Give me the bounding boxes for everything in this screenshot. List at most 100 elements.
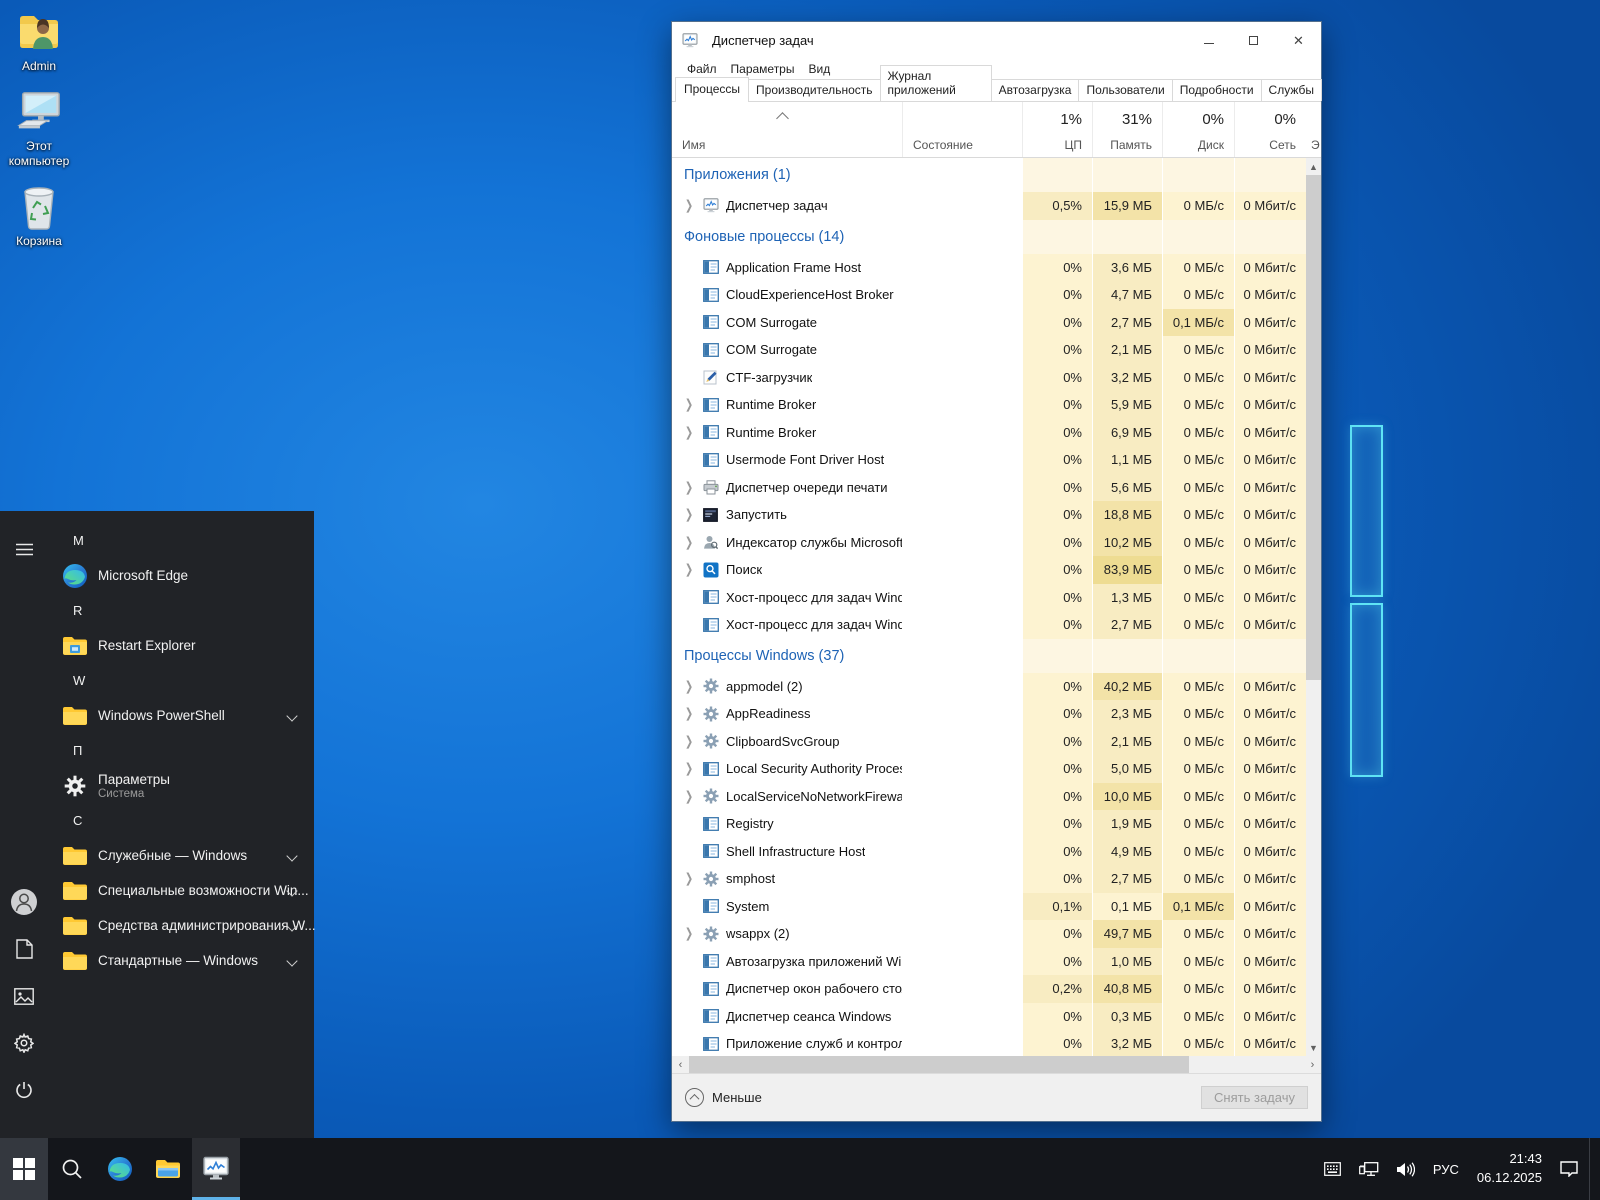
- process-row[interactable]: System0,1%0,1 МБ0,1 МБ/с0 Мбит/с: [672, 893, 1306, 921]
- desktop-icon-корзина[interactable]: Корзина: [0, 183, 78, 249]
- column-header-name[interactable]: Имя: [672, 102, 902, 157]
- expander-chevron-icon[interactable]: ❯: [685, 534, 701, 550]
- process-row[interactable]: ❯Запустить0%18,8 МБ0 МБ/с0 Мбит/с: [672, 501, 1306, 529]
- start-letter-header-C[interactable]: C: [48, 803, 316, 838]
- process-row[interactable]: Usermode Font Driver Host0%1,1 МБ0 МБ/с0…: [672, 446, 1306, 474]
- process-row[interactable]: ❯Диспетчер задач0,5%15,9 МБ0 МБ/с0 Мбит/…: [672, 192, 1306, 220]
- scroll-up-arrow[interactable]: ▲: [1306, 158, 1321, 175]
- minimize-button[interactable]: [1186, 22, 1231, 58]
- expander-chevron-icon[interactable]: ❯: [685, 871, 701, 887]
- expander-chevron-icon[interactable]: ❯: [685, 479, 701, 495]
- process-row[interactable]: ❯appmodel (2)0%40,2 МБ0 МБ/с0 Мбит/с: [672, 673, 1306, 701]
- hamburger-menu-button[interactable]: [0, 525, 48, 573]
- tab-пользователи[interactable]: Пользователи: [1078, 79, 1172, 101]
- process-row[interactable]: ❯Диспетчер очереди печати0%5,6 МБ0 МБ/с0…: [672, 474, 1306, 502]
- expander-chevron-icon[interactable]: ❯: [685, 562, 701, 578]
- process-row[interactable]: Application Frame Host0%3,6 МБ0 МБ/с0 Мб…: [672, 254, 1306, 282]
- column-header-cpu[interactable]: 1% ЦП: [1022, 102, 1092, 157]
- process-row[interactable]: Хост-процесс для задач Windo...0%2,7 МБ0…: [672, 611, 1306, 639]
- scroll-down-arrow[interactable]: ▼: [1306, 1039, 1321, 1056]
- tab-журнал приложений[interactable]: Журнал приложений: [880, 65, 992, 101]
- desktop-icon-admin[interactable]: Admin: [0, 8, 78, 74]
- column-header-network[interactable]: 0% Сеть: [1234, 102, 1306, 157]
- clock[interactable]: 21:43 06.12.2025: [1470, 1138, 1549, 1200]
- process-row[interactable]: ❯LocalServiceNoNetworkFirewall ...0%10,0…: [672, 783, 1306, 811]
- process-row[interactable]: Shell Infrastructure Host0%4,9 МБ0 МБ/с0…: [672, 838, 1306, 866]
- expander-chevron-icon[interactable]: ❯: [685, 678, 701, 694]
- scroll-left-arrow[interactable]: ‹: [672, 1056, 689, 1073]
- scroll-right-arrow[interactable]: ›: [1304, 1056, 1321, 1073]
- start-letter-header-M[interactable]: M: [48, 523, 316, 558]
- process-row[interactable]: ❯Runtime Broker0%6,9 МБ0 МБ/с0 Мбит/с: [672, 419, 1306, 447]
- process-row[interactable]: ❯Индексатор службы Microsoft ...0%10,2 М…: [672, 529, 1306, 557]
- start-item-microsoft-edge[interactable]: Microsoft Edge: [48, 558, 316, 593]
- tab-службы[interactable]: Службы: [1261, 79, 1322, 101]
- process-row[interactable]: ❯Local Security Authority Process...0%5,…: [672, 755, 1306, 783]
- titlebar[interactable]: Диспетчер задач ✕: [672, 22, 1321, 58]
- tab-подробности[interactable]: Подробности: [1172, 79, 1262, 101]
- tab-процессы[interactable]: Процессы: [675, 77, 749, 102]
- menu-файл[interactable]: Файл: [680, 60, 724, 78]
- speaker-icon[interactable]: [1390, 1138, 1422, 1200]
- expander-chevron-icon[interactable]: ❯: [685, 424, 701, 440]
- column-header-memory[interactable]: 31% Память: [1092, 102, 1162, 157]
- process-row[interactable]: ❯Поиск0%83,9 МБ0 МБ/с0 Мбит/с: [672, 556, 1306, 584]
- start-item-windows-powershell[interactable]: Windows PowerShell: [48, 698, 316, 733]
- process-row[interactable]: Автозагрузка приложений Wi...0%1,0 МБ0 М…: [672, 948, 1306, 976]
- expander-chevron-icon[interactable]: ❯: [685, 761, 701, 777]
- expander-chevron-icon[interactable]: ❯: [685, 198, 701, 214]
- taskbar-taskmgr-button[interactable]: [192, 1138, 240, 1200]
- rail-documents-button[interactable]: [0, 925, 48, 973]
- process-row[interactable]: CTF-загрузчик0%3,2 МБ0 МБ/с0 Мбит/с: [672, 364, 1306, 392]
- rail-user-button[interactable]: [0, 878, 48, 926]
- process-row[interactable]: Диспетчер сеанса Windows0%0,3 МБ0 МБ/с0 …: [672, 1003, 1306, 1031]
- horizontal-scrollbar-thumb[interactable]: [689, 1056, 1189, 1073]
- process-group-header[interactable]: Фоновые процессы (14): [672, 220, 1306, 254]
- start-item-служебные-windows[interactable]: Служебные — Windows: [48, 838, 316, 873]
- tab-автозагрузка[interactable]: Автозагрузка: [991, 79, 1080, 101]
- process-row[interactable]: Registry0%1,9 МБ0 МБ/с0 Мбит/с: [672, 810, 1306, 838]
- end-task-button[interactable]: Снять задачу: [1201, 1086, 1308, 1109]
- start-item-restart-explorer[interactable]: Restart Explorer: [48, 628, 316, 663]
- touch-keyboard-icon[interactable]: [1317, 1138, 1348, 1200]
- language-indicator[interactable]: РУС: [1426, 1138, 1466, 1200]
- process-row[interactable]: ❯smphost0%2,7 МБ0 МБ/с0 Мбит/с: [672, 865, 1306, 893]
- horizontal-scrollbar[interactable]: ‹ ›: [672, 1056, 1321, 1073]
- menu-вид[interactable]: Вид: [801, 60, 837, 78]
- expander-chevron-icon[interactable]: ❯: [685, 507, 701, 523]
- start-letter-header-W[interactable]: W: [48, 663, 316, 698]
- column-header-disk[interactable]: 0% Диск: [1162, 102, 1234, 157]
- vertical-scrollbar[interactable]: ▲ ▼: [1306, 158, 1321, 1056]
- start-button[interactable]: [0, 1138, 48, 1200]
- tab-производительность[interactable]: Производительность: [748, 79, 880, 101]
- process-row[interactable]: ❯ClipboardSvcGroup0%2,1 МБ0 МБ/с0 Мбит/с: [672, 728, 1306, 756]
- expander-chevron-icon[interactable]: ❯: [685, 926, 701, 942]
- fewer-details-button[interactable]: Меньше: [685, 1088, 762, 1107]
- network-icon[interactable]: [1352, 1138, 1386, 1200]
- start-item-стандартные-windows[interactable]: Стандартные — Windows: [48, 943, 316, 978]
- expander-chevron-icon[interactable]: ❯: [685, 706, 701, 722]
- taskbar-edge-button[interactable]: [96, 1138, 144, 1200]
- process-row[interactable]: ❯AppReadiness0%2,3 МБ0 МБ/с0 Мбит/с: [672, 700, 1306, 728]
- process-row[interactable]: COM Surrogate0%2,7 МБ0,1 МБ/с0 Мбит/с: [672, 309, 1306, 337]
- process-group-header[interactable]: Приложения (1): [672, 158, 1306, 192]
- process-row[interactable]: Диспетчер окон рабочего стола0,2%40,8 МБ…: [672, 975, 1306, 1003]
- start-item-специальные-возможности-win-[interactable]: Специальные возможности Win...: [48, 873, 316, 908]
- taskbar-explorer-button[interactable]: [144, 1138, 192, 1200]
- close-button[interactable]: ✕: [1276, 22, 1321, 58]
- start-letter-header-R[interactable]: R: [48, 593, 316, 628]
- action-center-icon[interactable]: [1553, 1138, 1585, 1200]
- process-row[interactable]: COM Surrogate0%2,1 МБ0 МБ/с0 Мбит/с: [672, 336, 1306, 364]
- rail-pictures-button[interactable]: [0, 972, 48, 1020]
- process-row[interactable]: ❯wsappx (2)0%49,7 МБ0 МБ/с0 Мбит/с: [672, 920, 1306, 948]
- process-row[interactable]: Хост-процесс для задач Windo...0%1,3 МБ0…: [672, 584, 1306, 612]
- column-header-status[interactable]: Состояние: [902, 102, 1022, 157]
- show-desktop-button[interactable]: [1589, 1138, 1596, 1200]
- maximize-button[interactable]: [1231, 22, 1276, 58]
- process-group-header[interactable]: Процессы Windows (37): [672, 639, 1306, 673]
- rail-settings-button[interactable]: [0, 1019, 48, 1067]
- menu-параметры[interactable]: Параметры: [724, 60, 802, 78]
- rail-power-button[interactable]: [0, 1066, 48, 1114]
- expander-chevron-icon[interactable]: ❯: [685, 733, 701, 749]
- vertical-scrollbar-thumb[interactable]: [1306, 175, 1321, 680]
